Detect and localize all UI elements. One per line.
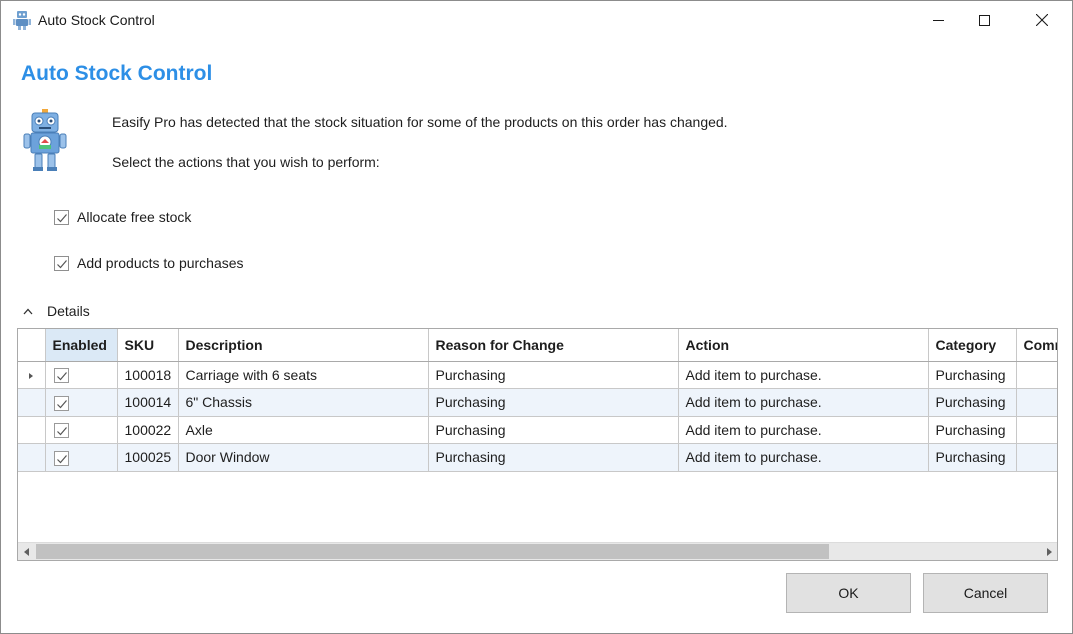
reason-cell[interactable]: Purchasing bbox=[428, 388, 679, 417]
scrollbar-thumb[interactable] bbox=[36, 544, 829, 559]
description-cell[interactable]: 6" Chassis bbox=[178, 388, 429, 417]
row-indicator-cell[interactable] bbox=[18, 443, 46, 472]
checkmark-icon bbox=[56, 372, 67, 381]
details-label[interactable]: Details bbox=[47, 303, 90, 319]
maximize-icon bbox=[978, 14, 990, 26]
scroll-right-icon bbox=[1046, 547, 1052, 556]
row-pointer-icon bbox=[29, 372, 34, 379]
comment-cell[interactable] bbox=[1016, 361, 1057, 389]
robot-app-icon bbox=[13, 11, 31, 30]
table-row[interactable]: 100018 Carriage with 6 seats Purchasing … bbox=[18, 361, 1057, 389]
allocate-free-stock-checkbox[interactable]: Allocate free stock bbox=[54, 209, 191, 225]
category-cell[interactable]: Purchasing bbox=[928, 361, 1017, 389]
description-cell[interactable]: Door Window bbox=[178, 443, 429, 472]
sku-cell[interactable]: 100025 bbox=[117, 443, 179, 472]
details-table: Enabled SKU Description Reason for Chang… bbox=[18, 329, 1057, 472]
column-header-enabled[interactable]: Enabled bbox=[45, 329, 118, 362]
horizontal-scrollbar[interactable] bbox=[18, 542, 1057, 560]
table-row[interactable]: 100022 Axle Purchasing Add item to purch… bbox=[18, 416, 1057, 444]
description-cell[interactable]: Axle bbox=[178, 416, 429, 444]
comment-cell[interactable] bbox=[1016, 416, 1057, 444]
column-header-sku[interactable]: SKU bbox=[117, 329, 179, 362]
scroll-left-button[interactable] bbox=[18, 543, 35, 560]
row-checkbox[interactable] bbox=[53, 450, 69, 466]
reason-cell[interactable]: Purchasing bbox=[428, 443, 679, 472]
column-header-comment[interactable]: Comr bbox=[1016, 329, 1057, 362]
ok-button[interactable]: OK bbox=[786, 573, 911, 613]
reason-cell[interactable]: Purchasing bbox=[428, 361, 679, 389]
current-row-indicator[interactable] bbox=[18, 361, 46, 389]
window-title: Auto Stock Control bbox=[38, 12, 155, 28]
close-button[interactable] bbox=[1019, 1, 1065, 39]
description-cell[interactable]: Carriage with 6 seats bbox=[178, 361, 429, 389]
action-cell[interactable]: Add item to purchase. bbox=[678, 416, 929, 444]
robot-icon bbox=[23, 109, 67, 171]
row-indicator-header bbox=[18, 329, 46, 362]
close-icon bbox=[1036, 14, 1048, 26]
column-header-action[interactable]: Action bbox=[678, 329, 929, 362]
checkmark-icon bbox=[56, 454, 67, 464]
minimize-icon bbox=[932, 19, 944, 21]
checkmark-icon bbox=[56, 399, 67, 409]
action-cell[interactable]: Add item to purchase. bbox=[678, 361, 929, 389]
category-cell[interactable]: Purchasing bbox=[928, 388, 1017, 417]
dialog-window: Auto Stock Control Auto Stock Control Ea… bbox=[0, 0, 1073, 634]
cancel-button[interactable]: Cancel bbox=[923, 573, 1048, 613]
add-products-to-purchases-checkbox[interactable]: Add products to purchases bbox=[54, 255, 244, 271]
comment-cell[interactable] bbox=[1016, 388, 1057, 417]
details-expander[interactable]: Details bbox=[23, 303, 90, 319]
checkbox[interactable] bbox=[54, 209, 69, 225]
column-header-category[interactable]: Category bbox=[928, 329, 1017, 362]
table-row[interactable]: 100014 6" Chassis Purchasing Add item to… bbox=[18, 388, 1057, 417]
enabled-cell[interactable] bbox=[45, 443, 118, 472]
row-checkbox[interactable] bbox=[53, 368, 69, 384]
checkmark-icon bbox=[57, 259, 67, 268]
table-row[interactable]: 100025 Door Window Purchasing Add item t… bbox=[18, 443, 1057, 472]
row-checkbox[interactable] bbox=[53, 395, 69, 411]
column-header-description[interactable]: Description bbox=[178, 329, 429, 362]
category-cell[interactable]: Purchasing bbox=[928, 416, 1017, 444]
details-grid[interactable]: Enabled SKU Description Reason for Chang… bbox=[17, 328, 1058, 561]
enabled-cell[interactable] bbox=[45, 361, 118, 389]
reason-cell[interactable]: Purchasing bbox=[428, 416, 679, 444]
add-products-to-purchases-label[interactable]: Add products to purchases bbox=[77, 255, 244, 271]
column-header-reason[interactable]: Reason for Change bbox=[428, 329, 679, 362]
action-cell[interactable]: Add item to purchase. bbox=[678, 388, 929, 417]
action-cell[interactable]: Add item to purchase. bbox=[678, 443, 929, 472]
header-row: Enabled SKU Description Reason for Chang… bbox=[18, 329, 1057, 362]
enabled-cell[interactable] bbox=[45, 416, 118, 444]
checkbox[interactable] bbox=[54, 255, 69, 271]
row-checkbox[interactable] bbox=[53, 423, 69, 439]
checkmark-icon bbox=[57, 213, 67, 222]
row-indicator-cell[interactable] bbox=[18, 416, 46, 444]
page-title: Auto Stock Control bbox=[21, 62, 213, 85]
allocate-free-stock-label[interactable]: Allocate free stock bbox=[77, 209, 191, 225]
intro-text: Easify Pro has detected that the stock s… bbox=[112, 114, 728, 130]
scroll-left-icon bbox=[23, 547, 29, 556]
scroll-right-button[interactable] bbox=[1040, 543, 1057, 560]
minimize-button[interactable] bbox=[915, 1, 961, 39]
sku-cell[interactable]: 100018 bbox=[117, 361, 179, 389]
chevron-up-icon bbox=[23, 308, 33, 314]
comment-cell[interactable] bbox=[1016, 443, 1057, 472]
enabled-cell[interactable] bbox=[45, 388, 118, 417]
checkmark-icon bbox=[56, 427, 67, 436]
instruction-text: Select the actions that you wish to perf… bbox=[112, 154, 380, 170]
title-bar[interactable]: Auto Stock Control bbox=[1, 1, 1072, 39]
category-cell[interactable]: Purchasing bbox=[928, 443, 1017, 472]
maximize-button[interactable] bbox=[961, 1, 1007, 39]
row-indicator-cell[interactable] bbox=[18, 388, 46, 417]
sku-cell[interactable]: 100014 bbox=[117, 388, 179, 417]
sku-cell[interactable]: 100022 bbox=[117, 416, 179, 444]
